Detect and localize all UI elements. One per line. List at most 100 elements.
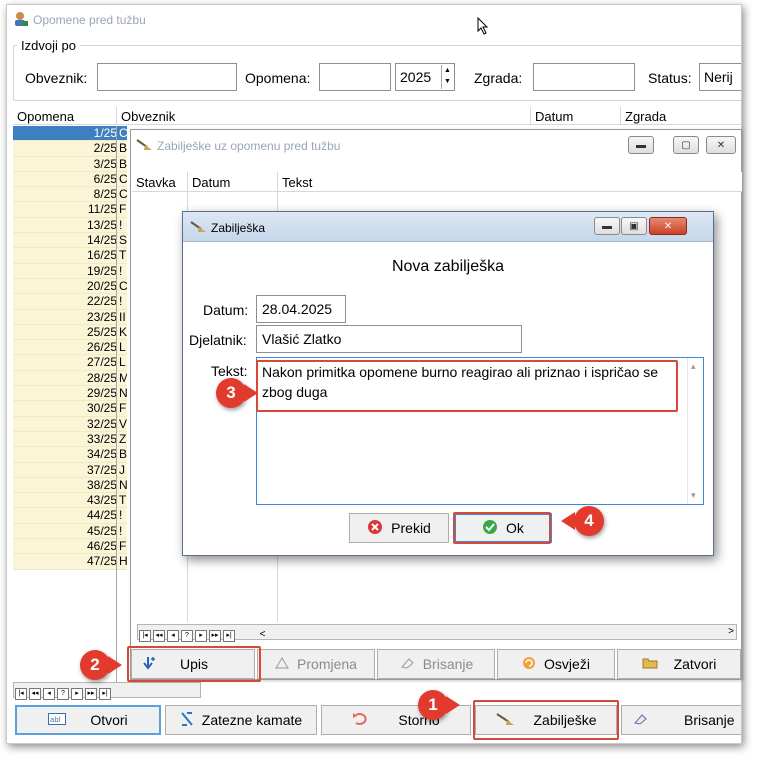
brisanje-notes-button[interactable]: Brisanje — [377, 649, 495, 679]
main-titlebar: Opomene pred tužbu — [7, 5, 741, 35]
row-opomena: 20/25 — [86, 278, 117, 293]
table-row[interactable]: 28/25M — [13, 370, 127, 387]
osvjezi-button[interactable]: Osvježi — [497, 649, 615, 679]
prev-record-icon[interactable]: ◂ — [43, 688, 55, 700]
datum-input[interactable]: 28.04.2025 — [256, 295, 346, 323]
table-row[interactable]: 30/25 F — [13, 401, 127, 417]
table-row[interactable]: 3/25 B — [13, 156, 127, 172]
help-icon[interactable]: ? — [181, 630, 193, 642]
table-row[interactable]: 14/25 S — [13, 233, 127, 249]
row-obveznik: S — [119, 233, 127, 248]
row-opomena: 2/25 — [93, 141, 117, 156]
row-opomena: 29/25 — [86, 386, 117, 401]
row-opomena: 1/25 — [93, 126, 117, 140]
col-zgrada[interactable]: Zgrada — [625, 109, 666, 124]
maximize-icon[interactable]: ▣ — [621, 217, 647, 235]
obveznik-input[interactable] — [97, 63, 237, 91]
table-row[interactable]: 25/25 K — [13, 324, 127, 341]
row-opomena: 23/25 — [86, 309, 117, 324]
col-opomena[interactable]: Opomena — [17, 109, 74, 124]
table-row[interactable]: 34/25 B — [13, 447, 127, 463]
undo-icon — [352, 712, 368, 729]
col-datum[interactable]: Datum — [535, 109, 573, 124]
table-row[interactable]: 16/25 T — [13, 248, 127, 264]
dialog-titlebar: Zabilješka ▬ ▣ ✕ — [183, 212, 713, 242]
last-record-icon[interactable]: ▸| — [223, 630, 235, 642]
table-row[interactable]: 47/25 H — [13, 554, 127, 570]
zatezne-kamate-button[interactable]: Zatezne kamate — [165, 705, 317, 735]
table-row[interactable]: 2/25 B — [13, 141, 127, 157]
main-record-navigator: |◂ ◂◂ ◂? ▸ ▸▸ ▸| — [13, 682, 201, 700]
eraser-icon — [399, 656, 415, 672]
eraser-icon — [632, 712, 648, 728]
scroll-down-icon[interactable]: ▾ — [691, 490, 696, 501]
table-row[interactable]: 44/25! — [13, 508, 127, 524]
table-row[interactable]: 37/25 J — [13, 462, 127, 478]
textbox-icon: abl — [48, 712, 67, 728]
close-icon[interactable]: ✕ — [649, 217, 687, 235]
table-row[interactable]: 23/25 II — [13, 309, 127, 325]
otvori-button[interactable]: abl Otvori — [15, 705, 161, 735]
row-opomena: 14/25 — [86, 233, 117, 248]
maximize-icon[interactable]: ▢ — [673, 136, 699, 154]
year-spinner[interactable]: 2025 ▲ ▼ — [395, 63, 455, 91]
table-row[interactable]: 27/25 L — [13, 355, 127, 371]
next-record-icon[interactable]: ▸ — [71, 688, 83, 700]
next-page-icon[interactable]: ▸▸ — [209, 630, 221, 642]
prev-record-icon[interactable]: ◂ — [167, 630, 179, 642]
next-page-icon[interactable]: ▸▸ — [85, 688, 97, 700]
prev-page-icon[interactable]: ◂◂ — [29, 688, 41, 700]
col-tekst[interactable]: Tekst — [282, 175, 312, 190]
table-row[interactable]: 46/25 F — [13, 539, 127, 555]
prekid-button[interactable]: Prekid — [349, 513, 449, 543]
zatvori-button[interactable]: Zatvori — [617, 649, 741, 679]
table-row[interactable]: 6/25 C — [13, 171, 127, 188]
table-row[interactable]: 43/25 T — [13, 493, 127, 509]
prekid-label: Prekid — [391, 520, 431, 536]
scroll-up-icon[interactable]: ▴ — [691, 361, 696, 372]
main-title: Opomene pred tužbu — [33, 13, 146, 27]
table-row[interactable]: 29/25 N — [13, 386, 127, 402]
table-row[interactable]: 45/25! — [13, 523, 127, 540]
row-obveznik: C — [119, 126, 127, 140]
table-row[interactable]: 22/25! — [13, 294, 127, 310]
table-row[interactable]: 26/25 L — [13, 340, 127, 356]
minimize-icon[interactable]: ▬ — [628, 136, 654, 154]
promjena-button[interactable]: Promjena — [257, 649, 375, 679]
callout-2-tail — [108, 656, 122, 674]
first-record-icon[interactable]: |◂ — [15, 688, 27, 700]
brisanje-main-button[interactable]: Brisanje — [621, 705, 741, 735]
row-obveznik: B — [119, 156, 127, 171]
next-record-icon[interactable]: ▸ — [195, 630, 207, 642]
status-select[interactable]: Nerij — [699, 63, 741, 91]
djelatnik-input[interactable]: Vlašić Zlatko — [256, 325, 522, 353]
table-row[interactable]: 32/25 V — [13, 416, 127, 432]
col-datum[interactable]: Datum — [192, 175, 230, 190]
first-record-icon[interactable]: |◂ — [139, 630, 151, 642]
col-obveznik[interactable]: Obveznik — [121, 109, 175, 124]
table-row[interactable]: 13/25! — [13, 217, 127, 234]
row-obveznik: V — [119, 416, 127, 431]
table-row[interactable]: 33/25 Z — [13, 431, 127, 448]
col-stavka[interactable]: Stavka — [136, 175, 176, 190]
table-row[interactable]: 8/25 C — [13, 187, 127, 203]
zgrada-input[interactable] — [533, 63, 635, 91]
prev-page-icon[interactable]: ◂◂ — [153, 630, 165, 642]
scroll-right-icon[interactable]: > — [728, 626, 734, 637]
table-row[interactable]: 11/25 F — [13, 202, 127, 218]
table-row[interactable]: 19/25! — [13, 263, 127, 279]
spinner-arrows-icon[interactable]: ▲ ▼ — [441, 65, 453, 89]
minimize-icon[interactable]: ▬ — [594, 217, 620, 235]
table-row[interactable]: 1/25 C — [13, 126, 127, 142]
scroll-left-icon[interactable]: < — [260, 629, 266, 640]
table-row[interactable]: 20/25 C — [13, 278, 127, 295]
last-record-icon[interactable]: ▸| — [99, 688, 111, 700]
row-obveznik: L — [119, 355, 126, 370]
table-row[interactable]: 38/25 N — [13, 477, 127, 494]
row-opomena: 46/25 — [86, 539, 117, 554]
help-icon[interactable]: ? — [57, 688, 69, 700]
close-icon[interactable]: ✕ — [706, 136, 736, 154]
status-value: Nerij — [704, 69, 733, 85]
opomena-input[interactable] — [319, 63, 391, 91]
textarea-scrollbar[interactable]: ▴ ▾ — [687, 358, 703, 504]
